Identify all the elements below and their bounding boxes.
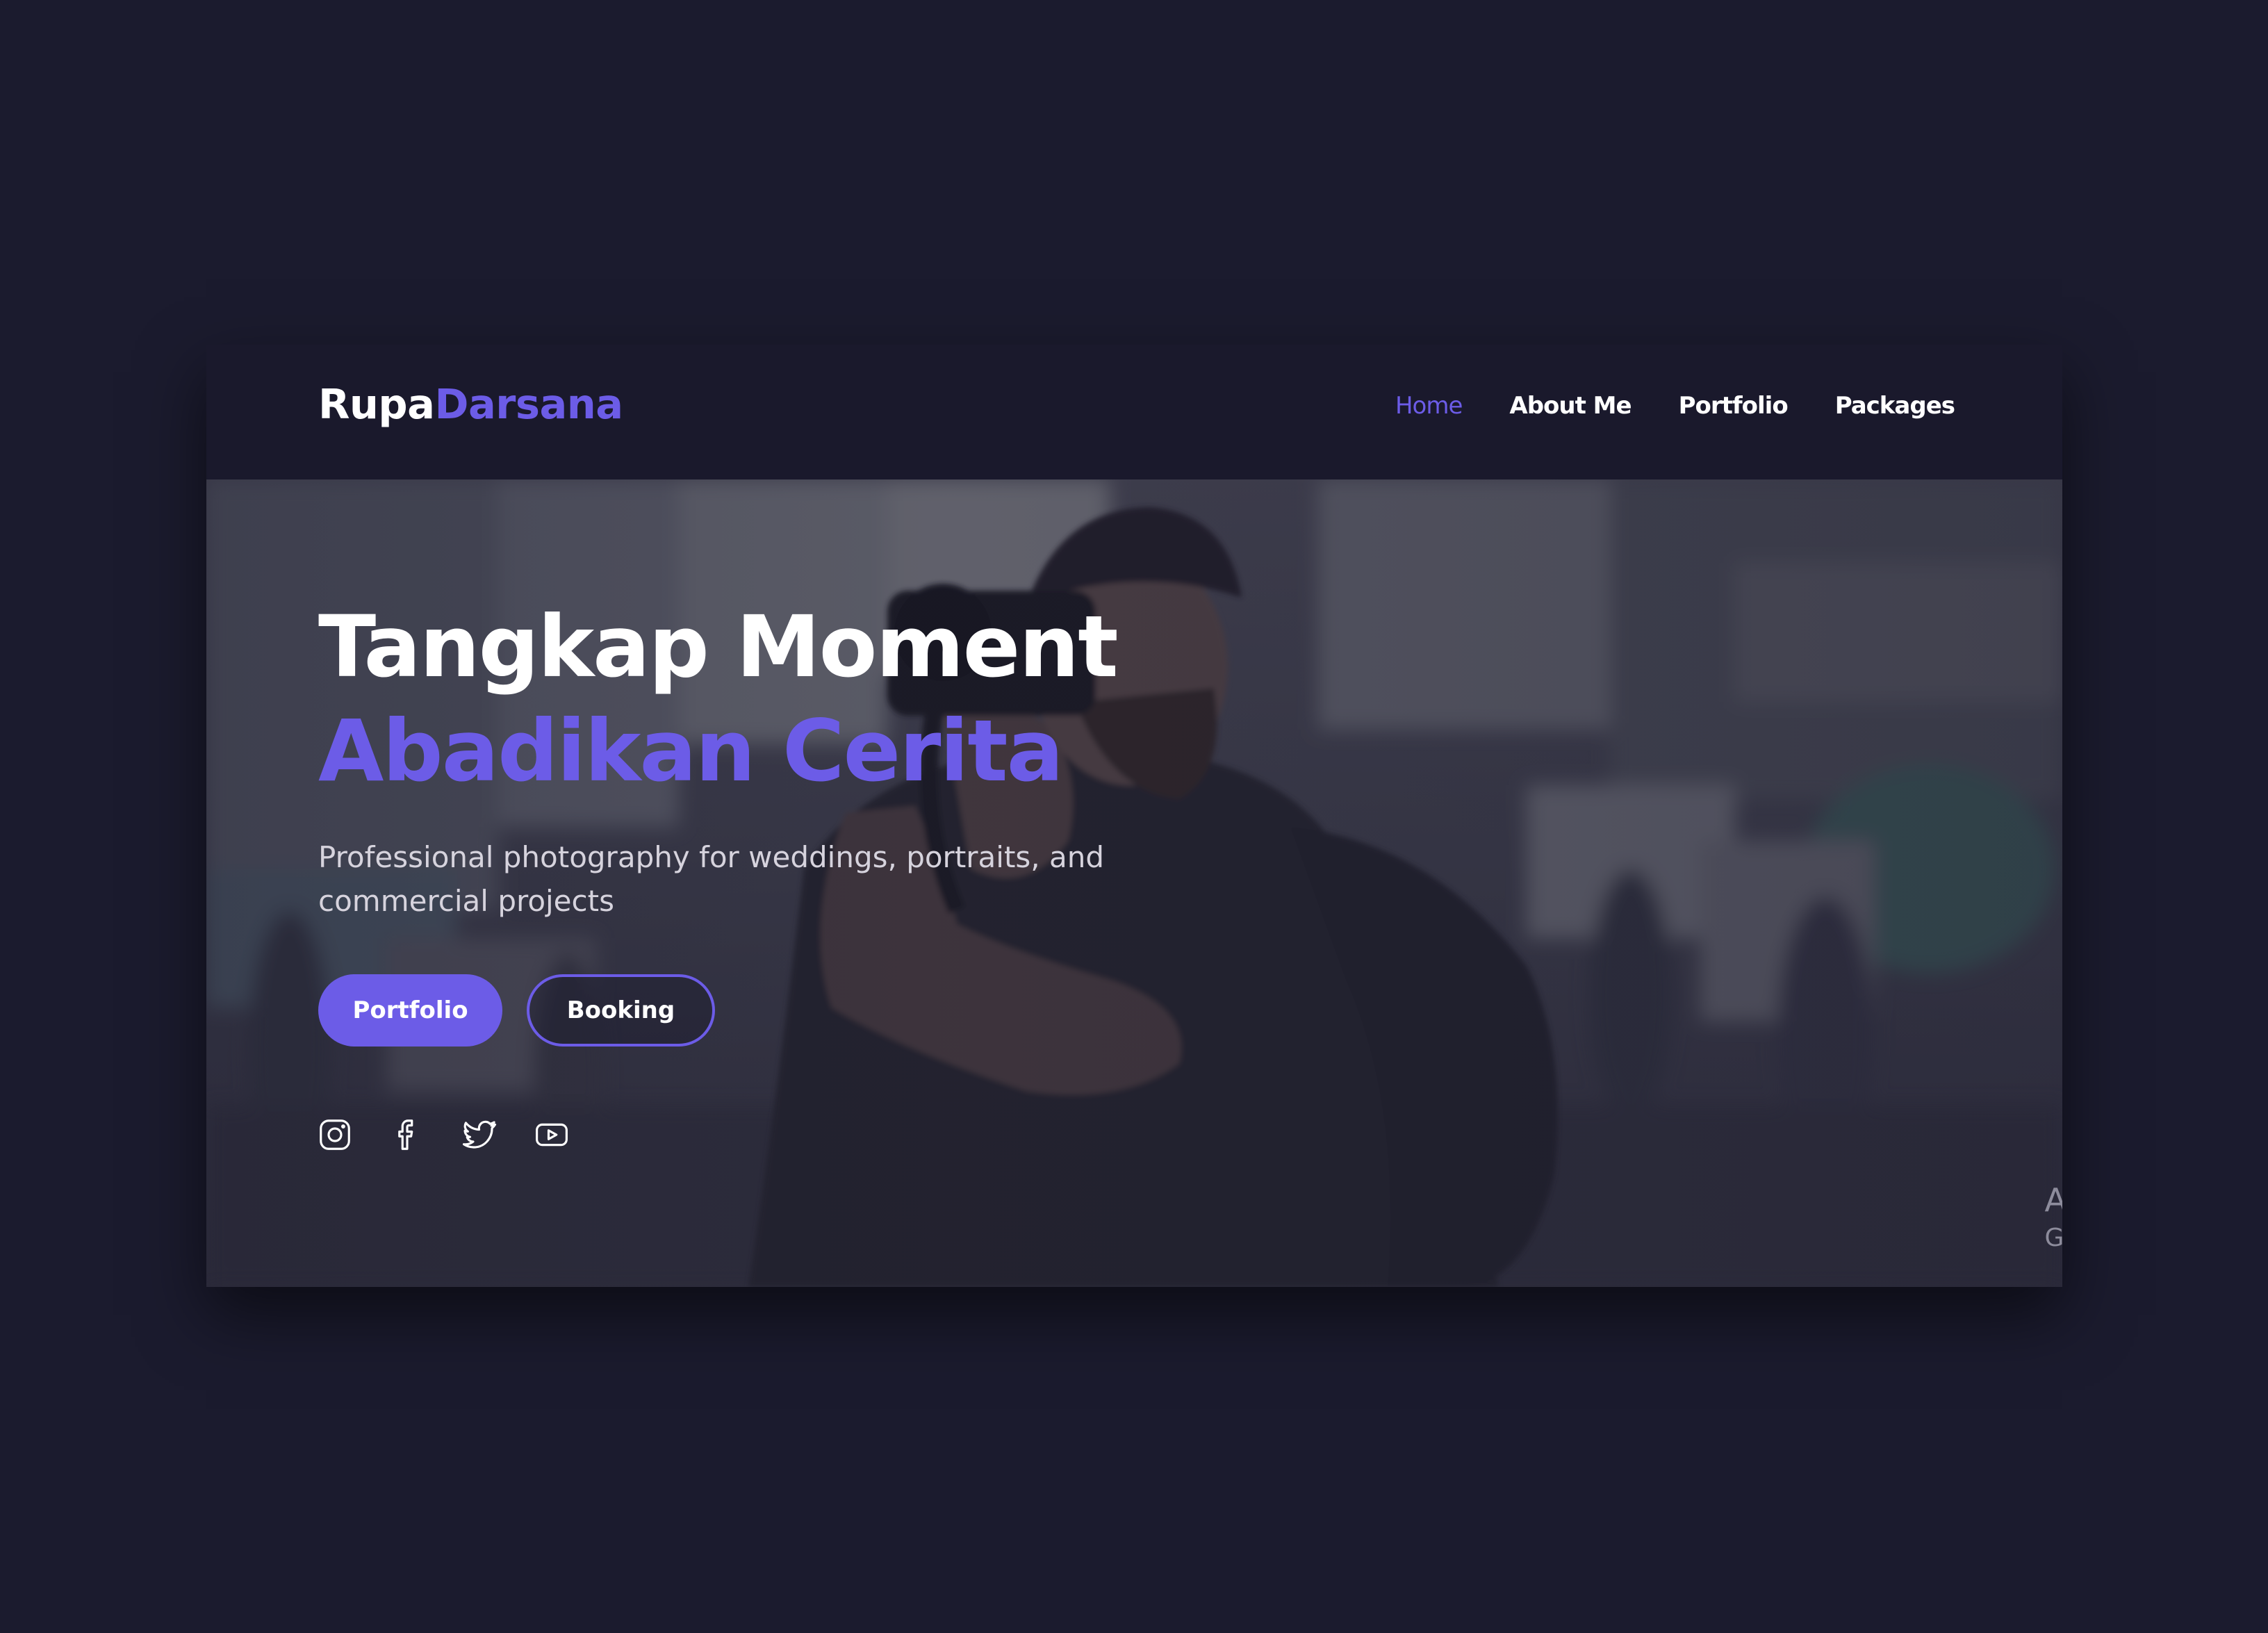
brand-logo-part2: Darsana [434,380,623,428]
facebook-icon[interactable] [388,1116,426,1154]
corner-text-line2: G [2044,1224,2062,1252]
navbar: RupaDarsana Home About Me Portfolio Pack… [206,345,2062,479]
hero-subtitle: Professional photography for weddings, p… [318,840,1105,918]
hero-title-line1: Tangkap Moment [318,598,1119,696]
hero-title-line2: Abadikan Cerita [318,702,1064,801]
nav-menu: Home About Me Portfolio Packages [1395,392,1955,420]
hero-section: Tangkap Moment Abadikan Cerita Professio… [206,479,2062,1287]
brand-logo[interactable]: RupaDarsana [318,384,623,425]
nav-link-packages[interactable]: Packages [1835,392,1955,420]
website-frame: RupaDarsana Home About Me Portfolio Pack… [206,345,2062,1287]
social-links [316,1116,570,1154]
portfolio-button[interactable]: Portfolio [318,974,502,1047]
booking-button[interactable]: Booking [527,974,715,1047]
twitter-icon[interactable] [461,1116,498,1154]
corner-overflow-text: A G [2045,1184,2062,1251]
nav-link-home[interactable]: Home [1395,392,1463,420]
corner-text-line1: A [2044,1181,2062,1219]
brand-logo-part1: Rupa [318,380,435,428]
nav-link-about-me[interactable]: About Me [1509,392,1632,420]
instagram-icon[interactable] [316,1116,354,1154]
youtube-icon[interactable] [533,1116,570,1154]
nav-link-portfolio[interactable]: Portfolio [1679,392,1789,420]
